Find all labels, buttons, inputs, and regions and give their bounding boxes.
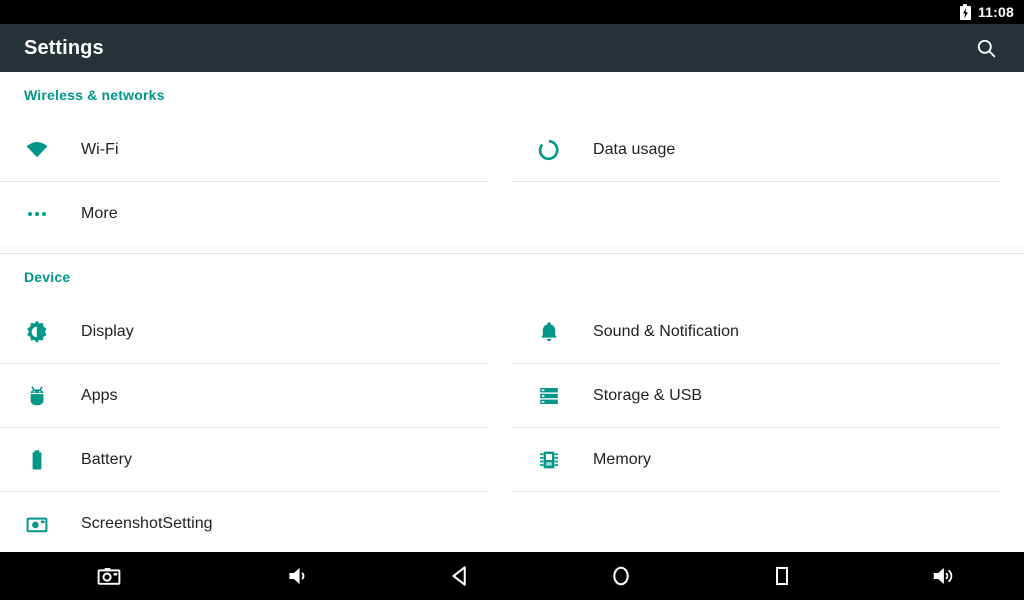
settings-item-label: Storage & USB [593,387,703,404]
brightness-icon [24,319,50,345]
section-separator [0,246,1024,254]
section-header-label: Wireless & networks [24,87,165,103]
table-row: ScreenshotSetting [0,492,1024,552]
settings-item-label: Data usage [593,141,676,158]
battery-charging-icon [959,4,971,20]
wifi-icon-glyph [26,142,48,158]
settings-item-label: Apps [81,387,118,404]
recents-square-icon [776,566,789,586]
battery-icon [24,447,50,473]
status-bar-clock: 11:08 [977,4,1014,20]
settings-item-display[interactable]: Display [0,300,512,364]
memory-chip-icon [536,447,562,473]
recents-button[interactable] [702,552,863,600]
table-row: Wi-Fi Data usage [0,118,1024,182]
battery-icon-glyph [32,450,42,470]
android-settings-screen: 11:08 Settings Wireless & networks Wi-Fi… [0,0,1024,600]
settings-item-battery[interactable]: Battery [0,428,512,492]
brightness-icon-glyph [27,320,47,344]
settings-list[interactable]: Wireless & networks Wi-Fi Data usage Mor… [0,72,1024,552]
bell-icon [536,319,562,345]
settings-item-memory[interactable]: Memory [512,428,1024,492]
settings-item-label: Wi-Fi [81,141,119,158]
android-robot-icon-glyph [30,386,44,406]
camera-icon-glyph [26,517,48,533]
data-usage-icon [536,137,562,163]
status-bar: 11:08 [0,0,1024,24]
settings-item-label: Battery [81,451,133,468]
charging-bolt-glyph [962,7,968,19]
more-dots-icon [24,201,50,227]
section-header-device: Device [0,254,1024,300]
section-device: Device Display Sound & Notification Apps… [0,254,1024,552]
settings-item-label: Memory [593,451,652,468]
settings-item-label: ScreenshotSetting [81,515,213,532]
search-icon[interactable] [964,26,1008,70]
section-wireless-networks: Wireless & networks Wi-Fi Data usage Mor… [0,72,1024,246]
settings-item-apps[interactable]: Apps [0,364,512,428]
table-row: Display Sound & Notification [0,300,1024,364]
settings-item-wifi[interactable]: Wi-Fi [0,118,512,182]
settings-item-more[interactable]: More [0,182,512,246]
settings-item-sound-notification[interactable]: Sound & Notification [512,300,1024,364]
volume-down-icon [289,567,305,585]
table-row: Apps Storage & USB [0,364,1024,428]
memory-chip-icon-glyph [540,451,558,469]
settings-item-label: Display [81,323,134,340]
status-bar-right: 11:08 [959,4,1014,20]
settings-item-storage-usb[interactable]: Storage & USB [512,364,1024,428]
storage-icon [536,383,562,409]
android-robot-icon [24,383,50,409]
screenshot-button[interactable] [0,552,218,600]
settings-item-label: More [81,205,118,222]
settings-item-screenshotsetting[interactable]: ScreenshotSetting [0,492,512,552]
home-circle-icon [613,566,629,586]
table-row: Battery Memory [0,428,1024,492]
home-button[interactable] [540,552,701,600]
section-header-wireless: Wireless & networks [0,72,1024,118]
storage-icon-glyph [540,388,558,404]
wifi-icon [24,137,50,163]
table-row: More [0,182,1024,246]
settings-item-data-usage[interactable]: Data usage [512,118,1024,182]
rows-wireless: Wi-Fi Data usage More [0,118,1024,246]
search-icon-glyph [977,39,995,57]
camera-icon [97,567,121,585]
rows-device: Display Sound & Notification Apps Storag… [0,300,1024,552]
more-dots-glyph [28,212,46,216]
data-usage-icon-glyph [538,139,559,161]
navigation-bar [0,552,1024,600]
volume-up-button[interactable] [863,552,1024,600]
settings-item-label: Sound & Notification [593,323,739,340]
bell-icon-glyph [541,322,557,342]
app-bar: Settings [0,24,1024,72]
volume-up-icon [934,567,953,585]
back-button[interactable] [379,552,540,600]
section-header-label: Device [24,269,71,285]
page-title: Settings [24,36,104,59]
volume-down-button[interactable] [218,552,379,600]
camera-icon [24,511,50,537]
back-triangle-icon [452,566,466,586]
